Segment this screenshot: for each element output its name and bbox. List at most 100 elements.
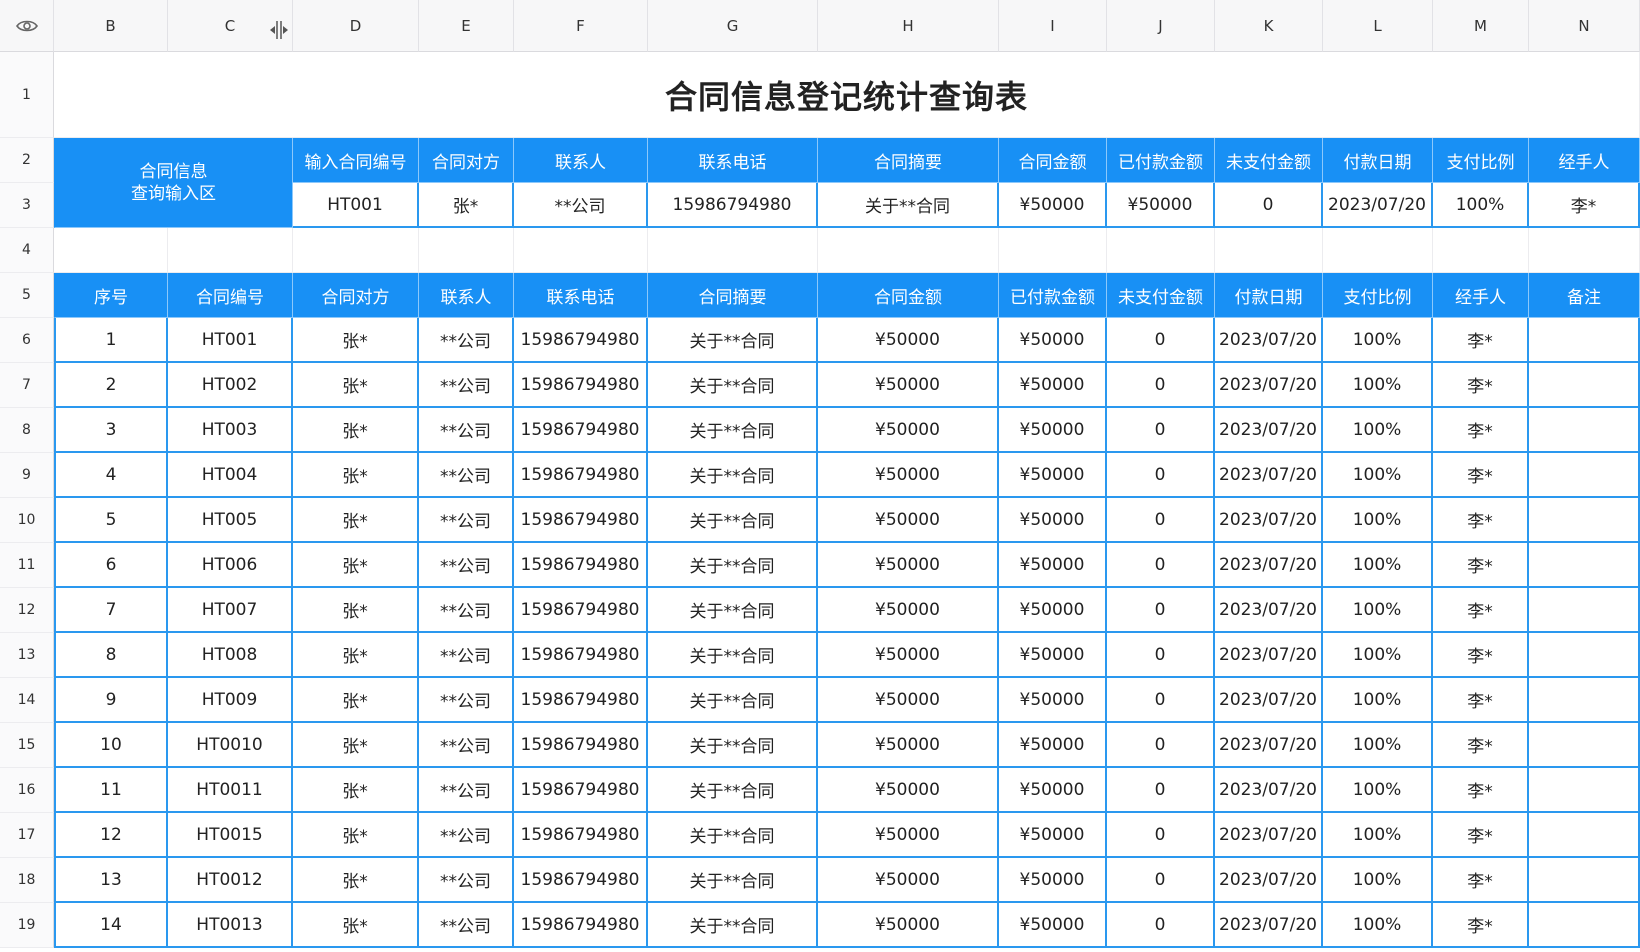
table-cell[interactable]: **公司 (419, 903, 514, 948)
table-cell[interactable]: HT001 (168, 318, 293, 363)
table-header-cell[interactable]: 联系电话 (514, 273, 648, 318)
table-cell[interactable]: 0 (1107, 858, 1215, 903)
column-header-M[interactable]: M (1433, 0, 1529, 52)
table-cell[interactable]: 0 (1107, 588, 1215, 633)
row-header-5[interactable]: 5 (0, 273, 54, 318)
table-cell[interactable]: 李* (1433, 363, 1529, 408)
row-header-1[interactable]: 1 (0, 52, 54, 138)
table-cell[interactable]: 2023/07/20 (1215, 543, 1323, 588)
query-header-cell[interactable]: 合同金额 (999, 138, 1107, 183)
column-header-I[interactable]: I (999, 0, 1107, 52)
table-cell[interactable]: 李* (1433, 858, 1529, 903)
row-header-16[interactable]: 16 (0, 768, 54, 813)
table-header-cell[interactable]: 已付款金额 (999, 273, 1107, 318)
table-cell[interactable]: 张* (293, 858, 419, 903)
table-cell[interactable]: 关于**合同 (648, 858, 818, 903)
table-cell[interactable]: HT005 (168, 498, 293, 543)
table-cell[interactable]: **公司 (419, 768, 514, 813)
table-cell[interactable]: 关于**合同 (648, 453, 818, 498)
row-header-12[interactable]: 12 (0, 588, 54, 633)
row-header-13[interactable]: 13 (0, 633, 54, 678)
table-cell[interactable]: 李* (1433, 498, 1529, 543)
table-cell[interactable]: HT0015 (168, 813, 293, 858)
table-cell[interactable]: **公司 (419, 498, 514, 543)
empty-cell[interactable] (999, 228, 1107, 273)
table-cell[interactable] (1529, 633, 1640, 678)
table-cell[interactable]: 15986794980 (514, 453, 648, 498)
table-cell[interactable]: ¥50000 (818, 633, 999, 678)
table-cell[interactable]: ¥50000 (999, 498, 1107, 543)
empty-cell[interactable] (168, 228, 293, 273)
query-header-cell[interactable]: 付款日期 (1323, 138, 1433, 183)
table-cell[interactable]: 100% (1323, 363, 1433, 408)
table-cell[interactable]: ¥50000 (818, 363, 999, 408)
row-header-3[interactable]: 3 (0, 183, 54, 228)
table-header-cell[interactable]: 支付比例 (1323, 273, 1433, 318)
column-header-J[interactable]: J (1107, 0, 1215, 52)
table-cell[interactable]: 李* (1433, 678, 1529, 723)
contract-number-input[interactable]: HT001 (293, 183, 419, 228)
table-cell[interactable]: 关于**合同 (648, 498, 818, 543)
table-cell[interactable]: **公司 (419, 408, 514, 453)
table-cell[interactable]: ¥50000 (999, 318, 1107, 363)
table-cell[interactable]: 2023/07/20 (1215, 318, 1323, 363)
table-cell[interactable]: **公司 (419, 543, 514, 588)
table-cell[interactable]: ¥50000 (999, 408, 1107, 453)
empty-cell[interactable] (1215, 228, 1323, 273)
table-cell[interactable]: 100% (1323, 768, 1433, 813)
table-cell[interactable]: 10 (54, 723, 168, 768)
table-cell[interactable]: HT002 (168, 363, 293, 408)
empty-cell[interactable] (514, 228, 648, 273)
row-header-11[interactable]: 11 (0, 543, 54, 588)
column-header-K[interactable]: K (1215, 0, 1323, 52)
table-cell[interactable]: 15986794980 (514, 678, 648, 723)
table-cell[interactable]: 张* (293, 543, 419, 588)
table-cell[interactable]: 关于**合同 (648, 768, 818, 813)
query-result-cell[interactable]: 李* (1529, 183, 1640, 228)
table-cell[interactable]: ¥50000 (818, 678, 999, 723)
table-cell[interactable]: 100% (1323, 498, 1433, 543)
table-cell[interactable] (1529, 588, 1640, 633)
table-cell[interactable]: 2023/07/20 (1215, 768, 1323, 813)
table-cell[interactable]: 李* (1433, 768, 1529, 813)
table-cell[interactable]: 2023/07/20 (1215, 678, 1323, 723)
table-header-cell[interactable]: 合同摘要 (648, 273, 818, 318)
table-cell[interactable]: **公司 (419, 633, 514, 678)
table-cell[interactable]: **公司 (419, 723, 514, 768)
query-result-cell[interactable]: 100% (1433, 183, 1529, 228)
row-header-10[interactable]: 10 (0, 498, 54, 543)
table-cell[interactable]: 15986794980 (514, 543, 648, 588)
table-cell[interactable]: 李* (1433, 453, 1529, 498)
table-cell[interactable]: 李* (1433, 588, 1529, 633)
column-header-D[interactable]: D (293, 0, 419, 52)
table-cell[interactable]: 1 (54, 318, 168, 363)
query-header-cell[interactable]: 合同摘要 (818, 138, 999, 183)
table-cell[interactable]: 张* (293, 363, 419, 408)
table-cell[interactable]: 15986794980 (514, 813, 648, 858)
table-cell[interactable]: 李* (1433, 543, 1529, 588)
table-cell[interactable]: ¥50000 (818, 768, 999, 813)
table-cell[interactable]: ¥50000 (999, 453, 1107, 498)
table-cell[interactable]: 2023/07/20 (1215, 363, 1323, 408)
query-result-cell[interactable]: ¥50000 (999, 183, 1107, 228)
table-cell[interactable]: 15986794980 (514, 408, 648, 453)
table-cell[interactable]: 张* (293, 768, 419, 813)
table-cell[interactable]: ¥50000 (999, 633, 1107, 678)
column-header-B[interactable]: B (54, 0, 168, 52)
table-cell[interactable]: 15986794980 (514, 858, 648, 903)
query-header-cell[interactable]: 未支付金额 (1215, 138, 1323, 183)
table-cell[interactable]: ¥50000 (818, 588, 999, 633)
table-cell[interactable]: 100% (1323, 723, 1433, 768)
table-cell[interactable]: ¥50000 (818, 723, 999, 768)
table-cell[interactable]: **公司 (419, 813, 514, 858)
empty-cell[interactable] (1323, 228, 1433, 273)
table-cell[interactable] (1529, 363, 1640, 408)
table-cell[interactable]: ¥50000 (999, 543, 1107, 588)
table-cell[interactable]: ¥50000 (818, 318, 999, 363)
table-cell[interactable]: **公司 (419, 453, 514, 498)
table-cell[interactable]: 2023/07/20 (1215, 858, 1323, 903)
table-cell[interactable]: 2023/07/20 (1215, 588, 1323, 633)
empty-cell[interactable] (419, 228, 514, 273)
table-cell[interactable] (1529, 318, 1640, 363)
table-cell[interactable]: HT0010 (168, 723, 293, 768)
